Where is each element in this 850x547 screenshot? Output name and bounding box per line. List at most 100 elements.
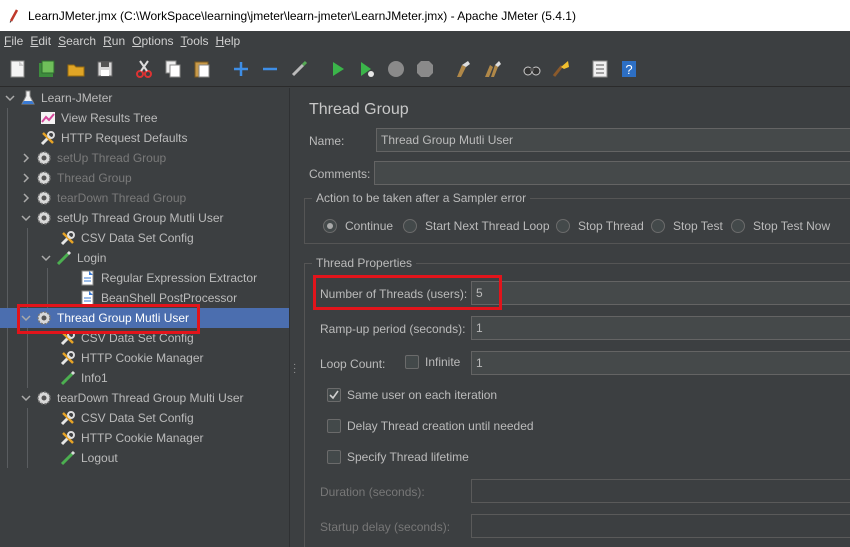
toolbar-separator [122, 57, 128, 81]
tree-node-thread-group[interactable]: Thread Group [20, 168, 132, 188]
tree-node-login[interactable]: Login [40, 248, 106, 268]
tree-node-label: tearDown Thread Group [57, 191, 187, 205]
sampler-error-title: Action to be taken after a Sampler error [312, 191, 531, 205]
tree-node-label: View Results Tree [61, 111, 158, 125]
menu-tools[interactable]: Tools [181, 34, 209, 48]
tree-guide-line [7, 108, 8, 468]
tree-node-http-request-defaults[interactable]: HTTP Request Defaults [24, 128, 188, 148]
function-helper-icon[interactable] [588, 57, 612, 81]
tree-node-regular-expression-extractor[interactable]: Regular Expression Extractor [64, 268, 257, 288]
open-icon[interactable] [64, 57, 88, 81]
name-field-value: Thread Group Mutli User [381, 133, 514, 147]
new-icon[interactable] [6, 57, 30, 81]
delay-label: Delay Thread creation until needed [347, 419, 534, 433]
tree-node-teardown-thread-group-multi-user[interactable]: tearDown Thread Group Multi User [20, 388, 244, 408]
same-user-checkbox[interactable]: Same user on each iteration [327, 388, 497, 402]
tree-node-learn-jmeter[interactable]: Learn-JMeter [4, 88, 112, 108]
expand-toggle-icon[interactable] [20, 192, 32, 204]
radio-start-next-thread-loop[interactable]: Start Next Thread Loop [403, 219, 550, 233]
loop-count-field[interactable]: 1 [471, 351, 850, 375]
highlight-number-of-threads [313, 275, 502, 310]
num-threads-field[interactable]: 5 [471, 281, 850, 305]
same-user-label: Same user on each iteration [347, 388, 498, 402]
clear-icon[interactable] [452, 57, 476, 81]
radio-stop-thread[interactable]: Stop Thread [556, 219, 644, 233]
gear-icon [35, 189, 53, 207]
tree-node-setup-thread-group-mutli-user[interactable]: setUp Thread Group Mutli User [20, 208, 224, 228]
wrench-icon [59, 349, 77, 367]
tree-node-http-cookie-manager[interactable]: HTTP Cookie Manager [44, 348, 204, 368]
comments-field[interactable] [374, 161, 850, 185]
menu-bar: File Edit Search Run Options Tools Help [0, 31, 850, 51]
stop-icon[interactable] [384, 57, 408, 81]
duration-field[interactable] [471, 479, 850, 503]
highlight-selected-node [17, 304, 200, 334]
radio-start-next-label: Start Next Thread Loop [425, 219, 550, 233]
templates-icon[interactable] [35, 57, 59, 81]
start-icon[interactable] [326, 57, 350, 81]
rampup-value: 1 [476, 321, 483, 335]
clear-all-icon[interactable] [481, 57, 505, 81]
tree-node-info1[interactable]: Info1 [44, 368, 108, 388]
expand-toggle-icon[interactable] [20, 392, 32, 404]
toolbar-separator [316, 57, 322, 81]
radio-stop-test-now-label: Stop Test Now [753, 219, 831, 233]
delay-thread-creation-checkbox[interactable]: Delay Thread creation until needed [327, 419, 534, 433]
menu-search[interactable]: Search [58, 34, 96, 48]
rampup-field[interactable]: 1 [471, 316, 850, 340]
pen-icon [55, 249, 73, 267]
paste-icon[interactable] [190, 57, 214, 81]
collapse-icon[interactable] [258, 57, 282, 81]
tree-node-label: HTTP Request Defaults [61, 131, 188, 145]
radio-stop-test-now[interactable]: Stop Test Now [731, 219, 830, 233]
name-label: Name: [309, 134, 345, 148]
tree-node-label: Regular Expression Extractor [101, 271, 258, 285]
toolbar-separator [578, 57, 584, 81]
tree-node-label: CSV Data Set Config [81, 411, 194, 425]
menu-file[interactable]: File [4, 34, 23, 48]
tree-node-csv-data-set-config[interactable]: CSV Data Set Config [44, 228, 194, 248]
window-title-bar: LearnJMeter.jmx (C:\WorkSpace\learning\j… [0, 0, 850, 31]
tree-node-logout[interactable]: Logout [44, 448, 118, 468]
expand-toggle-icon[interactable] [40, 252, 52, 264]
tree-node-http-cookie-manager[interactable]: HTTP Cookie Manager [44, 428, 204, 448]
expand-toggle-icon[interactable] [4, 92, 16, 104]
expand-toggle-icon[interactable] [20, 212, 32, 224]
tree-node-view-results-tree[interactable]: View Results Tree [24, 108, 158, 128]
expand-icon[interactable] [229, 57, 253, 81]
menu-run[interactable]: Run [103, 34, 125, 48]
radio-continue-label: Continue [345, 219, 394, 233]
gear-icon [35, 209, 53, 227]
expand-toggle-icon[interactable] [20, 172, 32, 184]
tree-guide-line [27, 228, 28, 308]
infinite-checkbox[interactable]: Infinite [405, 355, 460, 369]
radio-continue[interactable]: Continue [323, 219, 393, 233]
search-icon[interactable] [520, 57, 544, 81]
startup-delay-field[interactable] [471, 514, 850, 538]
radio-stop-test[interactable]: Stop Test [651, 219, 723, 233]
start-no-pauses-icon[interactable] [355, 57, 379, 81]
tree-node-setup-thread-group[interactable]: setUp Thread Group [20, 148, 166, 168]
menu-edit[interactable]: Edit [30, 34, 51, 48]
tree-node-label: BeanShell PostProcessor [101, 291, 238, 305]
radio-stop-test-label: Stop Test [673, 219, 723, 233]
gear-icon [35, 169, 53, 187]
thread-group-panel: Thread Group Name: Thread Group Mutli Us… [299, 88, 850, 547]
specify-thread-lifetime-checkbox[interactable]: Specify Thread lifetime [327, 450, 469, 464]
menu-help[interactable]: Help [216, 34, 241, 48]
loop-count-value: 1 [476, 356, 483, 370]
menu-options[interactable]: Options [132, 34, 173, 48]
toggle-icon[interactable] [287, 57, 311, 81]
save-icon[interactable] [93, 57, 117, 81]
help-icon[interactable]: ? [617, 57, 641, 81]
copy-icon[interactable] [161, 57, 185, 81]
expand-toggle-icon[interactable] [20, 152, 32, 164]
name-field[interactable]: Thread Group Mutli User [376, 128, 850, 152]
reset-search-icon[interactable] [549, 57, 573, 81]
toolbar-separator [442, 57, 448, 81]
shutdown-icon[interactable] [413, 57, 437, 81]
tree-node-teardown-thread-group[interactable]: tearDown Thread Group [20, 188, 186, 208]
cut-icon[interactable] [132, 57, 156, 81]
tree-node-csv-data-set-config[interactable]: CSV Data Set Config [44, 408, 194, 428]
split-pane-divider[interactable]: · · · [289, 88, 299, 547]
